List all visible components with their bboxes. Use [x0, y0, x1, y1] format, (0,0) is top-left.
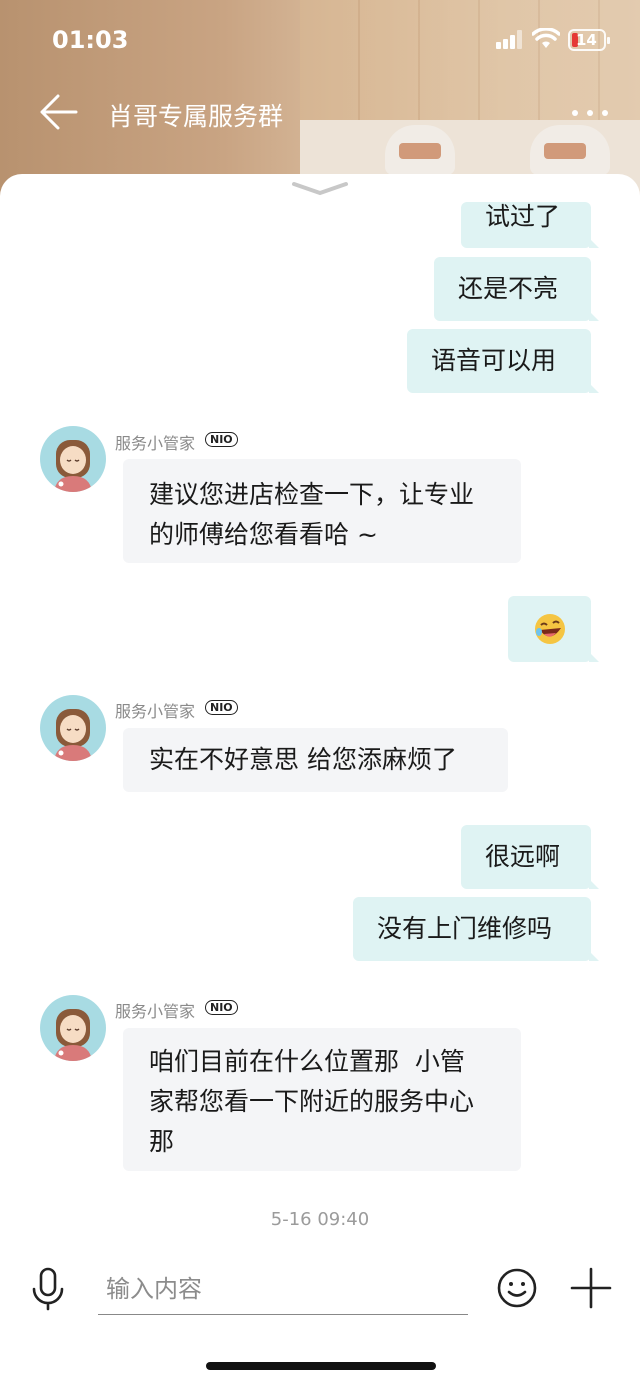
wifi-icon [532, 28, 560, 48]
message-text: 很远啊 [485, 842, 561, 871]
emoji-icon[interactable] [496, 1267, 538, 1309]
message-outgoing[interactable]: 没有上门维修吗 [353, 897, 599, 961]
message-text: 建议您进店检查一下，让专业 [149, 480, 475, 509]
status-bar: 01:03 14 [0, 0, 640, 80]
message-outgoing[interactable]: 语音可以用 [407, 329, 599, 393]
plus-icon[interactable] [570, 1267, 612, 1309]
avatar[interactable] [40, 995, 106, 1061]
assistant-avatar-icon [54, 440, 92, 492]
avatar[interactable] [40, 695, 106, 761]
message-text: 家帮您看一下附近的服务中心 [149, 1087, 475, 1116]
message-outgoing[interactable] [508, 596, 599, 662]
chat-panel: 试过了 还是不亮 语音可以用 服务小管家 NIO 建议您进店检查一下，让专业 的… [0, 174, 640, 1385]
assistant-avatar-icon [54, 709, 92, 761]
home-indicator [206, 1362, 436, 1370]
message-text: 语音可以用 [431, 346, 557, 375]
battery-icon: 14 [568, 29, 610, 51]
battery-level: 14 [576, 31, 597, 49]
nio-badge: NIO [205, 432, 238, 447]
message-text: 没有上门维修吗 [377, 914, 553, 943]
message-incoming[interactable]: 咱们目前在什么位置那 小管 家帮您看一下附近的服务中心 那 [123, 1028, 521, 1171]
sender-name: 服务小管家 [115, 702, 196, 721]
nio-badge: NIO [205, 1000, 238, 1015]
message-outgoing[interactable]: 还是不亮 [434, 257, 599, 321]
message-timestamp: 5-16 09:40 [270, 1209, 370, 1230]
message-text: 咱们目前在什么位置那 小管 [149, 1047, 465, 1076]
microphone-icon[interactable] [30, 1267, 66, 1311]
assistant-avatar-icon [54, 1009, 92, 1061]
more-options-icon[interactable] [570, 100, 610, 124]
status-time: 01:03 [52, 26, 129, 54]
message-text: 还是不亮 [458, 274, 559, 303]
message-outgoing[interactable]: 很远啊 [461, 825, 599, 889]
input-bar [0, 1245, 640, 1335]
message-text: 试过了 [485, 202, 561, 231]
message-outgoing[interactable]: 试过了 [461, 202, 599, 248]
chat-title: 肖哥专属服务群 [108, 102, 284, 131]
message-text: 实在不好意思 给您添麻烦了 [149, 745, 457, 774]
sender-name: 服务小管家 [115, 434, 196, 453]
nio-badge: NIO [205, 700, 238, 715]
message-incoming[interactable]: 实在不好意思 给您添麻烦了 [123, 728, 508, 792]
back-arrow-icon[interactable] [38, 92, 78, 132]
message-text: 的师傅给您看看哈 ~ [149, 520, 378, 549]
avatar[interactable] [40, 426, 106, 492]
collapse-chevron-icon[interactable] [290, 180, 350, 196]
sender-name: 服务小管家 [115, 1002, 196, 1021]
message-incoming[interactable]: 建议您进店检查一下，让专业 的师傅给您看看哈 ~ [123, 459, 521, 563]
message-text: 那 [149, 1127, 175, 1156]
laughing-emoji-icon [535, 614, 565, 644]
message-input[interactable] [98, 1263, 468, 1315]
